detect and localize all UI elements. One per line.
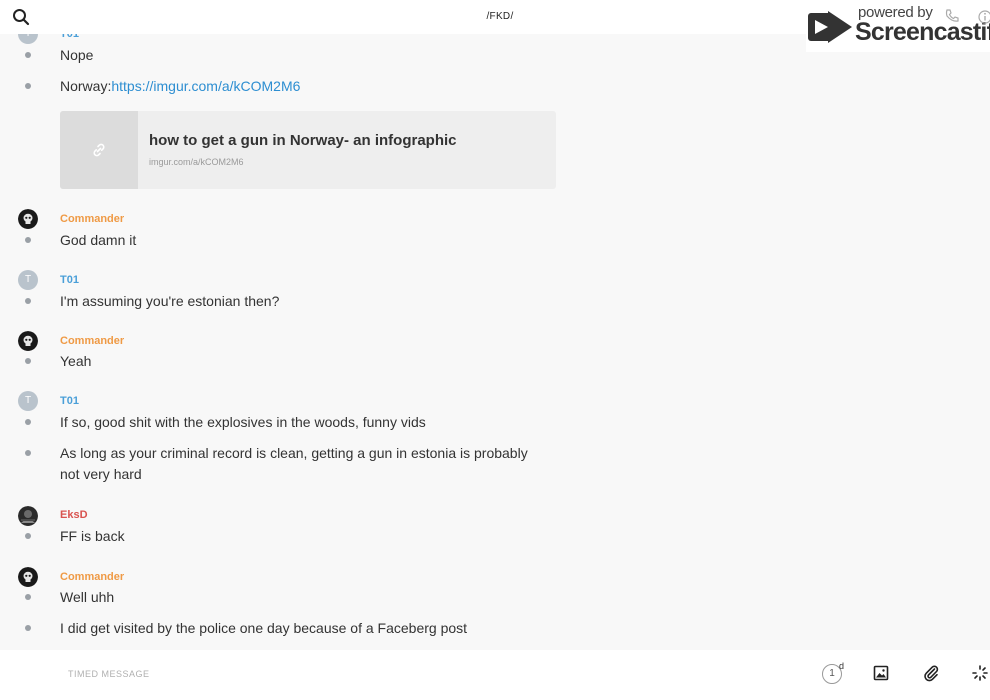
message-bullet [25,450,31,456]
message-text: Nope [60,47,94,63]
message-author[interactable]: Commander [60,213,124,225]
message-text: Yeah [60,353,92,369]
message-author[interactable]: Commander [60,571,124,583]
skull-avatar-icon [18,331,38,351]
message-text: I did get visited by the police one day … [60,620,468,636]
message-bullet [25,237,31,243]
message-author[interactable]: T01 [60,395,79,407]
watermark-brand-text: Screencastify [855,18,990,46]
avatar[interactable]: T [18,391,38,411]
link-preview-title[interactable]: how to get a gun in Norway- an infograph… [149,132,457,149]
message-author[interactable]: Commander [60,335,124,347]
screencastify-logo-icon [808,11,852,43]
phone-icon[interactable] [944,8,960,24]
message-text: Norway:https://imgur.com/a/kCOM2M6 [60,76,550,97]
link-preview-card[interactable]: how to get a gun in Norway- an infograph… [60,111,556,189]
message-bullet [25,52,31,58]
avatar[interactable] [18,331,38,351]
message-bullet [25,358,31,364]
message-text: FF is back [60,528,125,544]
message-author[interactable]: EksD [60,509,88,521]
image-icon[interactable] [873,665,889,681]
avatar[interactable] [18,506,38,526]
message-bullet [25,533,31,539]
skull-avatar-icon [18,209,38,229]
message-bullet [25,419,31,425]
link-icon [93,143,105,157]
paperclip-icon[interactable] [923,664,939,682]
info-icon[interactable] [978,10,990,24]
link-preview-thumbnail [60,111,138,189]
message-prefix: Norway: [60,78,112,94]
message-bullet [25,83,31,89]
avatar[interactable] [18,567,38,587]
avatar[interactable]: T [18,270,38,290]
user-avatar-icon [18,506,38,526]
skull-avatar-icon [18,567,38,587]
timed-message-toggle[interactable]: 1 d [822,661,848,688]
message-text: If so, good shit with the explosives in … [60,414,426,430]
link-preview-url: imgur.com/a/kCOM2M6 [149,157,244,167]
message-author[interactable]: T01 [60,274,79,286]
message-text: Well uhh [60,589,115,605]
message-composer[interactable]: TIMED MESSAGE 1 d [0,650,990,700]
message-text: God damn it [60,232,137,248]
message-text: As long as your criminal record is clean… [60,445,528,482]
message-link[interactable]: https://imgur.com/a/kCOM2M6 [111,78,300,94]
message-bullet [25,298,31,304]
avatar[interactable] [18,209,38,229]
message-list: T T01 Nope Norway:https://imgur.com/a/kC… [0,0,990,650]
message-bullet [25,594,31,600]
timer-unit: d [839,661,845,671]
loading-icon[interactable] [972,665,988,681]
screencastify-watermark: powered by Screencastify [806,2,990,52]
message-text: I'm assuming you're estonian then? [60,293,280,309]
message-bullet [25,625,31,631]
composer-placeholder[interactable]: TIMED MESSAGE [68,669,150,679]
